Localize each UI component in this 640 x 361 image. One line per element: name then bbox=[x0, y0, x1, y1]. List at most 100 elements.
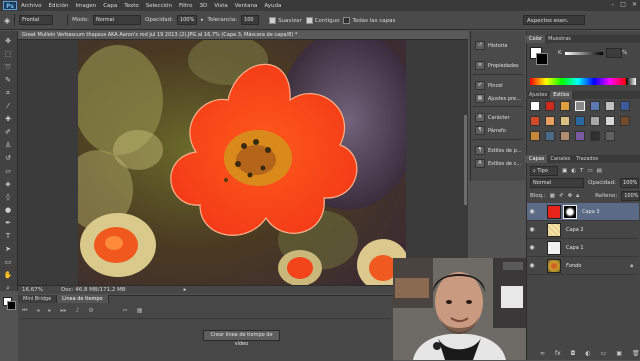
quick-select-tool-icon[interactable]: ✎ bbox=[3, 76, 13, 84]
style-swatch[interactable] bbox=[605, 101, 615, 111]
minimize-icon[interactable]: – bbox=[611, 1, 614, 8]
lasso-tool-icon[interactable]: ➰ bbox=[3, 63, 13, 71]
visibility-eye-icon[interactable]: ◉ bbox=[527, 244, 537, 251]
style-swatch[interactable] bbox=[560, 131, 570, 141]
visibility-eye-icon[interactable]: ◉ bbox=[527, 208, 537, 215]
dock-paragraph[interactable]: ¶ Párrafo bbox=[475, 126, 506, 135]
layer-opacity-input[interactable]: 100% bbox=[619, 178, 639, 188]
settings-icon[interactable]: ⚙ bbox=[88, 307, 93, 315]
scrollbar-thumb[interactable] bbox=[464, 115, 467, 205]
grayscale-bar[interactable] bbox=[626, 78, 636, 85]
new-adjustment-icon[interactable]: ◐ bbox=[585, 350, 590, 357]
dock-brush[interactable]: ✐ Pincel bbox=[475, 81, 503, 90]
all-layers-checkbox[interactable]: Todas las capas bbox=[343, 16, 395, 24]
menu-vista[interactable]: Vista bbox=[214, 3, 228, 9]
marquee-tool-icon[interactable]: ⬚ bbox=[3, 50, 13, 58]
style-swatch[interactable] bbox=[620, 101, 630, 111]
style-swatch[interactable] bbox=[545, 101, 555, 111]
channel-slider[interactable] bbox=[565, 52, 603, 55]
tab-layers[interactable]: Capas bbox=[526, 155, 548, 163]
canvas-image[interactable] bbox=[78, 40, 406, 285]
paint-bucket-tool-icon[interactable]: ◈ bbox=[4, 16, 10, 25]
blend-mode-select[interactable]: Normal bbox=[530, 178, 584, 188]
fx-icon[interactable]: fx bbox=[555, 350, 561, 357]
menu-imagen[interactable]: Imagen bbox=[75, 3, 96, 9]
split-icon[interactable]: ✂ bbox=[123, 307, 128, 315]
eyedropper-tool-icon[interactable]: ⁄ bbox=[3, 102, 13, 110]
zoom-level[interactable]: 16,67% bbox=[22, 287, 43, 293]
document-tab[interactable]: Great Mullein Verbascum thapsus AKA Aaro… bbox=[18, 31, 468, 40]
menu-seleccion[interactable]: Selección bbox=[146, 3, 172, 9]
layer-row[interactable]: ◉ Capa 2 bbox=[527, 221, 639, 239]
lock-all-icon[interactable]: 🔒︎ bbox=[576, 193, 579, 200]
layer-kind-select[interactable]: ⌕ Tipo bbox=[530, 166, 558, 176]
close-icon[interactable]: ✕ bbox=[632, 1, 637, 8]
style-swatch[interactable] bbox=[575, 131, 585, 141]
layer-mask-thumbnail[interactable] bbox=[563, 204, 577, 219]
zoom-tool-icon[interactable]: ⌕ bbox=[3, 284, 13, 292]
style-swatch[interactable] bbox=[575, 116, 585, 126]
transition-icon[interactable]: ▦ bbox=[137, 307, 143, 315]
style-swatch[interactable] bbox=[545, 116, 555, 126]
lock-pixels-icon[interactable]: ▦ bbox=[550, 193, 555, 199]
pen-tool-icon[interactable]: ✒ bbox=[3, 219, 13, 227]
workspace-select[interactable]: Aspectos esen. bbox=[523, 15, 585, 25]
eraser-tool-icon[interactable]: ▱ bbox=[3, 167, 13, 175]
menu-ventana[interactable]: Ventana bbox=[235, 3, 258, 9]
new-group-icon[interactable]: ▭ bbox=[601, 350, 607, 357]
dock-properties[interactable]: ≡ Propiedades bbox=[475, 61, 519, 70]
mode-select[interactable]: Normal bbox=[92, 15, 141, 25]
play-icon[interactable]: ▸ bbox=[48, 307, 51, 315]
style-swatch[interactable] bbox=[530, 131, 540, 141]
prev-frame-icon[interactable]: ◂ bbox=[36, 307, 39, 315]
menu-3d[interactable]: 3D bbox=[199, 3, 207, 9]
contiguous-checkbox[interactable]: Contiguo bbox=[305, 16, 339, 24]
dock-history[interactable]: ↺ Historia bbox=[475, 41, 507, 50]
brush-tool-icon[interactable]: ✐ bbox=[3, 128, 13, 136]
lock-paint-icon[interactable]: ✐ bbox=[559, 193, 564, 199]
menu-archivo[interactable]: Archivo bbox=[21, 3, 42, 9]
dock-character-styles[interactable]: A Estilos de c... bbox=[475, 159, 521, 168]
maximize-icon[interactable]: □ bbox=[620, 1, 626, 8]
tab-styles[interactable]: Estilos bbox=[550, 91, 573, 99]
next-frame-icon[interactable]: ▸▸ bbox=[60, 307, 66, 315]
menu-ayuda[interactable]: Ayuda bbox=[264, 3, 281, 9]
fill-input[interactable]: 100% bbox=[621, 191, 640, 201]
layer-row[interactable]: ◉ · Capa 3 bbox=[527, 203, 639, 221]
tab-timeline[interactable]: Línea de tiempo bbox=[57, 295, 109, 303]
tolerance-input[interactable]: 100 bbox=[241, 15, 260, 25]
path-select-tool-icon[interactable]: ➤ bbox=[3, 245, 13, 253]
delete-layer-icon[interactable]: 🗑︎ bbox=[632, 350, 640, 357]
style-swatch[interactable] bbox=[590, 116, 600, 126]
style-swatch[interactable] bbox=[560, 116, 570, 126]
menu-texto[interactable]: Texto bbox=[124, 3, 139, 9]
channel-input[interactable] bbox=[606, 48, 622, 58]
style-swatch[interactable] bbox=[545, 131, 555, 141]
audio-icon[interactable]: ♪ bbox=[75, 307, 79, 315]
filter-type-icon[interactable]: T bbox=[580, 168, 583, 174]
fill-source-select[interactable]: Frontal bbox=[19, 15, 54, 25]
tab-color[interactable]: Color bbox=[526, 35, 546, 43]
opacity-input[interactable]: 100% bbox=[176, 15, 197, 25]
blur-tool-icon[interactable]: ◊ bbox=[3, 193, 13, 201]
filter-shape-icon[interactable]: ▭ bbox=[587, 168, 592, 174]
style-swatch[interactable] bbox=[590, 101, 600, 111]
filter-smart-icon[interactable]: ▤ bbox=[597, 168, 602, 174]
add-mask-icon[interactable]: ◘ bbox=[571, 350, 576, 357]
style-swatch[interactable] bbox=[560, 101, 570, 111]
layer-row[interactable]: ◉ Capa 1 bbox=[527, 239, 639, 257]
tab-adjustments[interactable]: Ajustes bbox=[526, 91, 550, 99]
dodge-tool-icon[interactable]: ● bbox=[3, 206, 13, 214]
style-swatch[interactable] bbox=[530, 101, 540, 111]
antialias-checkbox[interactable]: Suavizar bbox=[269, 16, 302, 24]
dock-brush-presets[interactable]: ▦ Ajustes pre... bbox=[475, 94, 521, 103]
background-color-swatch[interactable] bbox=[536, 53, 548, 65]
tab-swatches[interactable]: Muestras bbox=[545, 35, 574, 43]
paint-bucket-tool-icon[interactable]: ◈ bbox=[3, 180, 13, 188]
tab-channels[interactable]: Canales bbox=[547, 155, 573, 163]
style-swatch[interactable] bbox=[575, 101, 585, 111]
visibility-eye-icon[interactable]: ◉ bbox=[527, 262, 537, 269]
type-tool-icon[interactable]: T bbox=[3, 232, 13, 240]
dock-character[interactable]: A Carácter bbox=[475, 113, 510, 122]
layer-row[interactable]: ◉ Fondo 🔒︎ bbox=[527, 257, 639, 275]
